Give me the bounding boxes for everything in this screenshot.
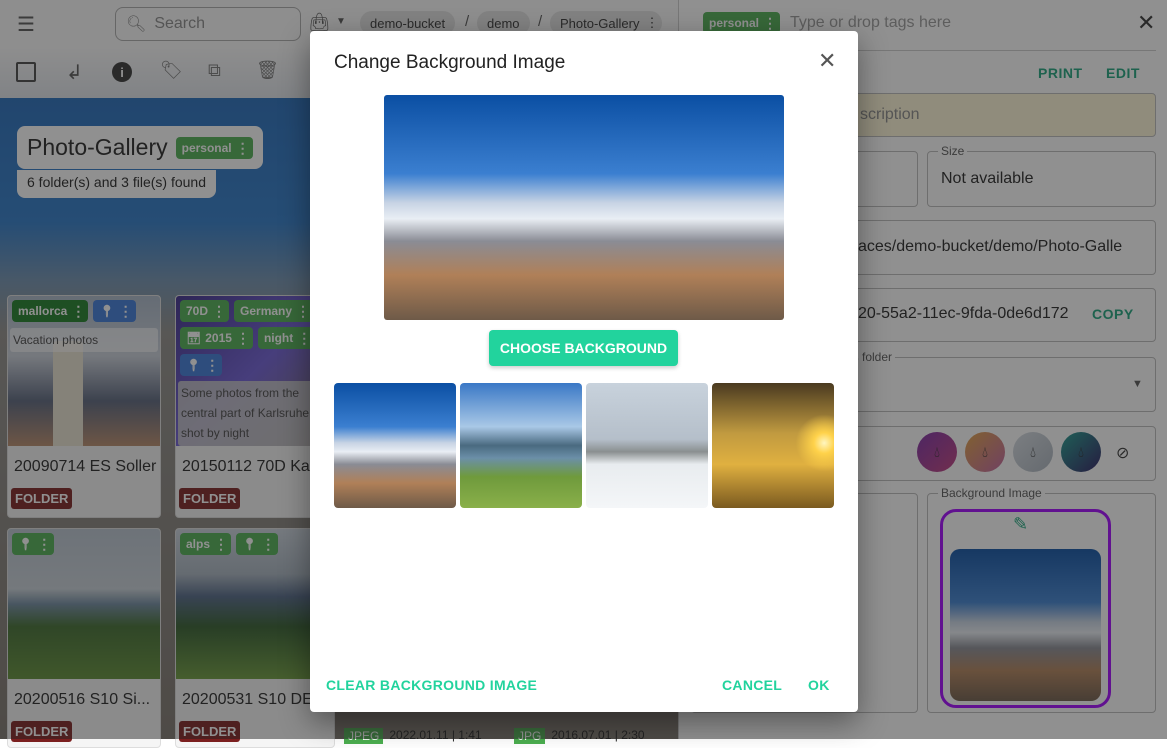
background-option-lake[interactable] xyxy=(460,383,582,508)
change-background-dialog: Change Background Image ✕ CHOOSE BACKGRO… xyxy=(310,31,858,712)
dialog-title: Change Background Image xyxy=(334,52,566,73)
choose-background-button[interactable]: CHOOSE BACKGROUND xyxy=(489,330,678,366)
background-option-snow[interactable] xyxy=(586,383,708,508)
clear-background-button[interactable]: CLEAR BACKGROUND IMAGE xyxy=(326,677,537,693)
background-option-sunset[interactable] xyxy=(712,383,834,508)
cancel-button[interactable]: CANCEL xyxy=(722,677,782,693)
background-preview-image xyxy=(384,95,784,320)
background-option-dolomites[interactable] xyxy=(334,383,456,508)
close-icon[interactable]: ✕ xyxy=(818,48,836,74)
ok-button[interactable]: OK xyxy=(808,677,830,693)
button-label: CHOOSE BACKGROUND xyxy=(499,340,668,356)
